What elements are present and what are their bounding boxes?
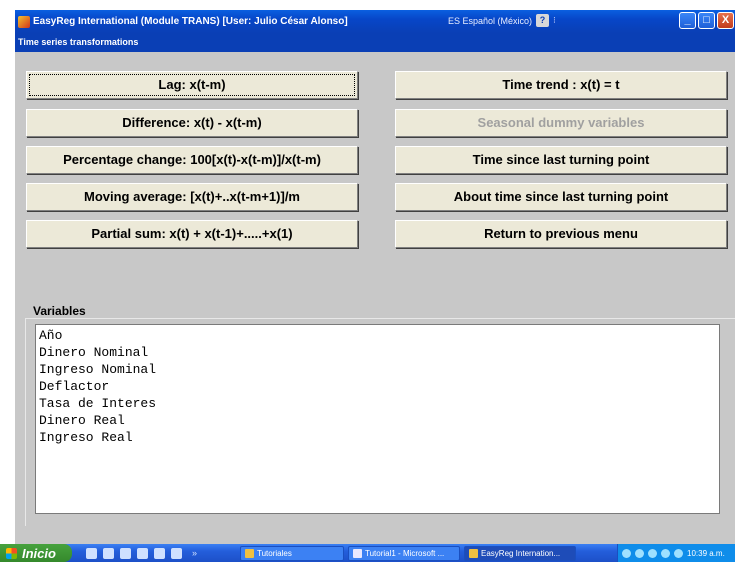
close-button[interactable]: X: [717, 12, 734, 29]
window-titlebar[interactable]: EasyReg International (Module TRANS) [Us…: [15, 10, 735, 33]
tray-icon[interactable]: [622, 548, 631, 558]
taskbar-item-tutorial1[interactable]: Tutorial1 - Microsoft ...: [348, 545, 460, 561]
list-item[interactable]: Dinero Real: [39, 412, 716, 429]
quick-launch-icon[interactable]: [171, 547, 182, 559]
quick-launch-chevron-icon[interactable]: »: [192, 548, 197, 558]
difference-button[interactable]: Difference: x(t) - x(t-m): [26, 109, 358, 137]
minimize-button[interactable]: _: [679, 12, 696, 29]
taskbar-item-tutoriales[interactable]: Tutoriales: [240, 545, 344, 561]
list-item[interactable]: Tasa de Interes: [39, 395, 716, 412]
list-item[interactable]: Dinero Nominal: [39, 344, 716, 361]
list-item[interactable]: Ingreso Real: [39, 429, 716, 446]
window-controls: _ □ X: [679, 12, 734, 29]
maximize-button[interactable]: □: [698, 12, 715, 29]
taskbar-item-easyreg[interactable]: EasyReg Internation...: [464, 545, 576, 561]
time-since-turning-point-button[interactable]: Time since last turning point: [395, 146, 727, 174]
help-icon[interactable]: ?: [536, 14, 550, 27]
taskbar: Inicio » Tutoriales Tutorial1 - Microsof…: [0, 544, 735, 562]
tray-icon[interactable]: [648, 548, 657, 558]
start-label: Inicio: [22, 545, 56, 561]
easyreg-icon: [469, 548, 478, 558]
seasonal-dummy-button: Seasonal dummy variables: [395, 109, 727, 137]
app-icon: [18, 15, 30, 28]
tray-icon[interactable]: [674, 548, 683, 558]
tray-icon[interactable]: [635, 548, 644, 558]
taskbar-item-label: EasyReg Internation...: [481, 548, 561, 558]
dialog-title: Time series transformations: [15, 33, 735, 52]
quick-launch-icon[interactable]: [86, 547, 97, 559]
folder-icon: [245, 548, 254, 558]
list-item[interactable]: Año: [39, 327, 716, 344]
language-options-icon[interactable]: ⁝: [553, 15, 556, 26]
quick-launch: »: [86, 547, 236, 559]
list-item[interactable]: Deflactor: [39, 378, 716, 395]
lag-button[interactable]: Lag: x(t-m): [26, 71, 358, 99]
tray-icon[interactable]: [661, 548, 670, 558]
variables-label: Variables: [33, 304, 88, 318]
about-time-since-turning-point-button[interactable]: About time since last turning point: [395, 183, 727, 211]
return-to-previous-menu-button[interactable]: Return to previous menu: [395, 220, 727, 248]
quick-launch-icon[interactable]: [120, 547, 131, 559]
taskbar-item-label: Tutorial1 - Microsoft ...: [365, 548, 445, 558]
windows-logo-icon: [6, 547, 17, 559]
variables-listbox[interactable]: Año Dinero Nominal Ingreso Nominal Defla…: [35, 324, 720, 514]
language-label: ES Español (México): [448, 15, 533, 26]
moving-average-button[interactable]: Moving average: [x(t)+..x(t-m+1)]/m: [26, 183, 358, 211]
word-document-icon: [353, 548, 362, 558]
list-item[interactable]: Ingreso Nominal: [39, 361, 716, 378]
quick-launch-icon[interactable]: [103, 547, 114, 559]
time-trend-button[interactable]: Time trend : x(t) = t: [395, 71, 727, 99]
language-indicator[interactable]: ES Español (México) ? ⁝: [448, 13, 556, 28]
system-tray: 10:39 a.m.: [617, 544, 735, 562]
start-button[interactable]: Inicio: [0, 544, 72, 562]
partial-sum-button[interactable]: Partial sum: x(t) + x(t-1)+.....+x(1): [26, 220, 358, 248]
window-title: EasyReg International (Module TRANS) [Us…: [33, 16, 348, 27]
percentage-change-button[interactable]: Percentage change: 100[x(t)-x(t-m)]/x(t-…: [26, 146, 358, 174]
clock[interactable]: 10:39 a.m.: [687, 549, 725, 558]
taskbar-item-label: Tutoriales: [257, 548, 292, 558]
quick-launch-icon[interactable]: [137, 547, 148, 559]
quick-launch-icon[interactable]: [154, 547, 165, 559]
